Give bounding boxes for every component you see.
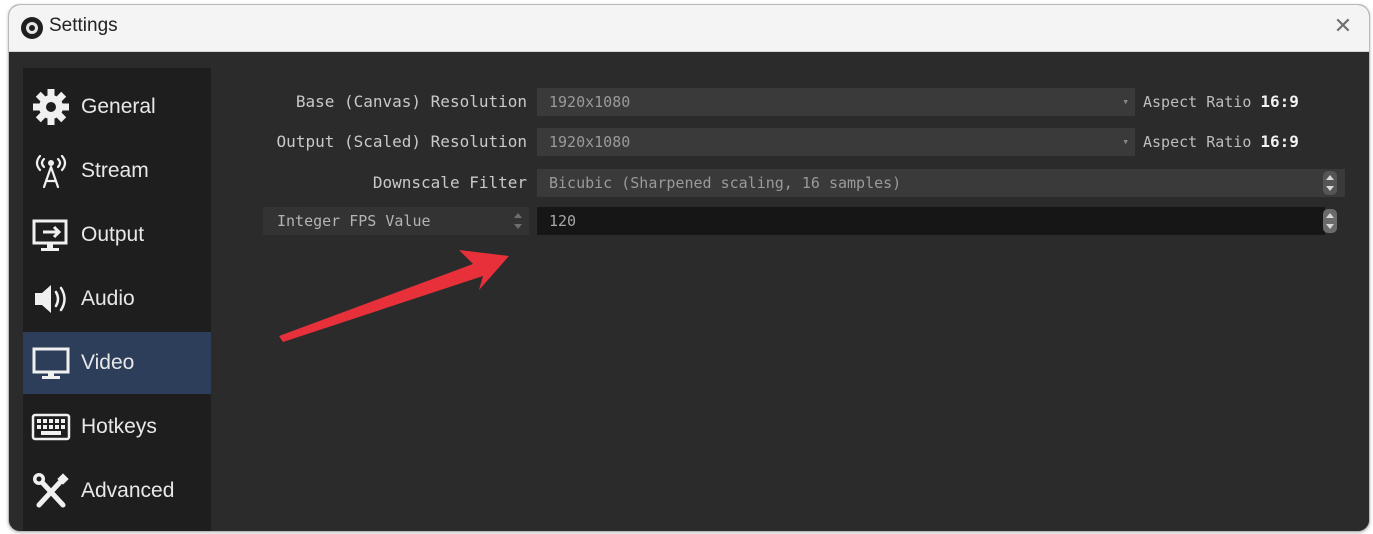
sidebar-item-audio[interactable]: Audio — [23, 268, 211, 330]
obs-logo-icon — [21, 17, 43, 39]
sidebar-item-label: Stream — [81, 159, 149, 182]
arrow-shape — [279, 250, 509, 342]
sidebar-item-output[interactable]: Output — [23, 204, 211, 266]
base-resolution-combo[interactable]: 1920x1080 ▾ — [537, 88, 1135, 116]
aspect-ratio-value: 16:9 — [1260, 92, 1299, 111]
base-resolution-value: 1920x1080 — [549, 93, 631, 111]
base-resolution-label: Base (Canvas) Resolution — [295, 92, 527, 111]
output-aspect-ratio: Aspect Ratio 16:9 — [1143, 132, 1299, 151]
sidebar-item-stream[interactable]: Stream — [23, 140, 211, 202]
downscale-filter-combo[interactable]: Bicubic (Sharpened scaling, 16 samples) — [537, 169, 1345, 197]
sidebar-item-label: Output — [81, 223, 145, 246]
aspect-ratio-label: Aspect Ratio — [1143, 133, 1252, 151]
gear-icon — [29, 85, 73, 129]
tools-icon — [29, 469, 73, 513]
downscale-filter-label: Downscale Filter — [372, 173, 527, 192]
output-resolution-label: Output (Scaled) Resolution — [276, 132, 527, 151]
aspect-ratio-value: 16:9 — [1260, 132, 1299, 151]
chevron-down-icon: ▾ — [1122, 135, 1129, 148]
fps-value: 120 — [549, 212, 577, 230]
video-settings-panel: Base (Canvas) Resolution 1920x1080 ▾ Asp… — [219, 68, 1369, 531]
downscale-filter-arrows-icon[interactable] — [1323, 171, 1337, 195]
base-aspect-ratio: Aspect Ratio 16:9 — [1143, 92, 1299, 111]
title-bar: Settings ✕ — [9, 5, 1369, 52]
antenna-icon — [29, 149, 73, 193]
monitor-icon — [29, 341, 73, 385]
chevron-down-icon: ▾ — [1122, 95, 1129, 108]
red-annotation-arrow — [279, 250, 509, 342]
sidebar-item-general[interactable]: General — [23, 76, 211, 138]
sidebar-item-label: General — [81, 95, 156, 118]
window-title: Settings — [49, 15, 118, 36]
settings-body: General Stream Output Audio Video Hotkey… — [9, 52, 1369, 531]
settings-sidebar: General Stream Output Audio Video Hotkey… — [23, 68, 211, 531]
close-button[interactable]: ✕ — [1329, 13, 1357, 41]
aspect-ratio-label: Aspect Ratio — [1143, 93, 1252, 111]
sidebar-item-label: Audio — [81, 287, 135, 310]
fps-spinbox-arrows-icon[interactable] — [1323, 209, 1337, 233]
keyboard-icon — [29, 405, 73, 449]
sidebar-item-advanced[interactable]: Advanced — [23, 460, 211, 522]
sidebar-item-video[interactable]: Video — [23, 332, 211, 394]
sidebar-item-hotkeys[interactable]: Hotkeys — [23, 396, 211, 458]
output-resolution-combo[interactable]: 1920x1080 ▾ — [537, 128, 1135, 156]
downscale-filter-value: Bicubic (Sharpened scaling, 16 samples) — [549, 174, 902, 192]
speaker-icon — [29, 277, 73, 321]
output-resolution-value: 1920x1080 — [549, 133, 631, 151]
settings-window: Settings ✕ General Stream Output Audio V… — [8, 4, 1370, 532]
sidebar-item-label: Advanced — [81, 479, 175, 502]
sidebar-item-label: Video — [81, 351, 135, 374]
fps-value-input[interactable]: 120 — [537, 207, 1325, 235]
output-monitor-icon — [29, 213, 73, 257]
sidebar-item-label: Hotkeys — [81, 415, 157, 438]
